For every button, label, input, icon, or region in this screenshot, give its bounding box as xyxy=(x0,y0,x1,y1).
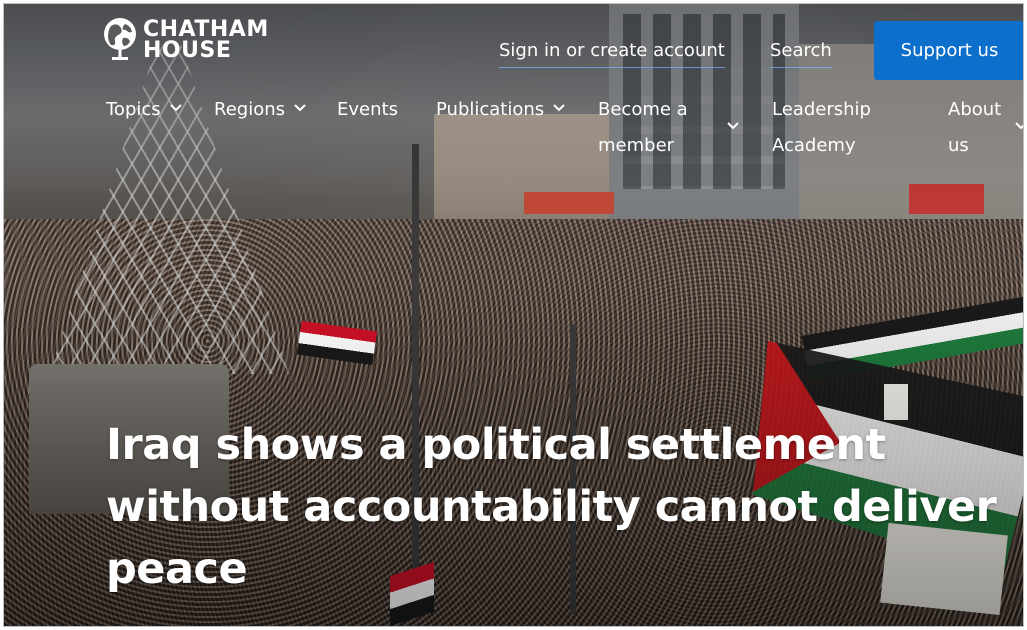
chevron-down-icon xyxy=(726,119,740,133)
globe-logo-icon xyxy=(104,18,136,60)
page-frame: CHATHAM HOUSE Sign in or create account … xyxy=(3,3,1024,627)
nav-item-label: Become a member xyxy=(598,99,688,156)
main-nav: Topics Regions Events Publications Becom… xyxy=(4,92,1023,172)
nav-item-label: Leadership Academy xyxy=(772,99,871,156)
nav-item-label: Regions xyxy=(214,99,285,120)
article-headline[interactable]: Iraq shows a political settlement withou… xyxy=(106,414,1006,600)
search-link[interactable]: Search xyxy=(770,40,832,68)
nav-item-publications[interactable]: Publications xyxy=(436,92,566,128)
nav-item-label: Topics xyxy=(106,99,161,120)
chevron-down-icon xyxy=(1014,119,1023,133)
nav-item-regions[interactable]: Regions xyxy=(214,92,307,128)
nav-item-topics[interactable]: Topics xyxy=(106,92,183,128)
nav-item-label: Publications xyxy=(436,99,545,120)
chevron-down-icon xyxy=(552,101,566,115)
chevron-down-icon xyxy=(169,101,183,115)
chevron-down-icon xyxy=(293,101,307,115)
logo-wordmark: CHATHAM HOUSE xyxy=(143,17,269,63)
nav-item-events[interactable]: Events xyxy=(337,92,398,128)
support-us-button[interactable]: Support us xyxy=(874,21,1023,80)
nav-item-become-a-member[interactable]: Become a member xyxy=(598,92,748,164)
nav-item-label: About us xyxy=(948,99,1002,156)
nav-item-leadership-academy[interactable]: Leadership Academy xyxy=(772,92,892,164)
nav-item-about-us[interactable]: About us xyxy=(948,92,1023,164)
nav-item-label: Events xyxy=(337,99,398,120)
sign-in-link[interactable]: Sign in or create account xyxy=(499,40,725,68)
chatham-house-logo[interactable]: CHATHAM HOUSE xyxy=(101,16,269,64)
